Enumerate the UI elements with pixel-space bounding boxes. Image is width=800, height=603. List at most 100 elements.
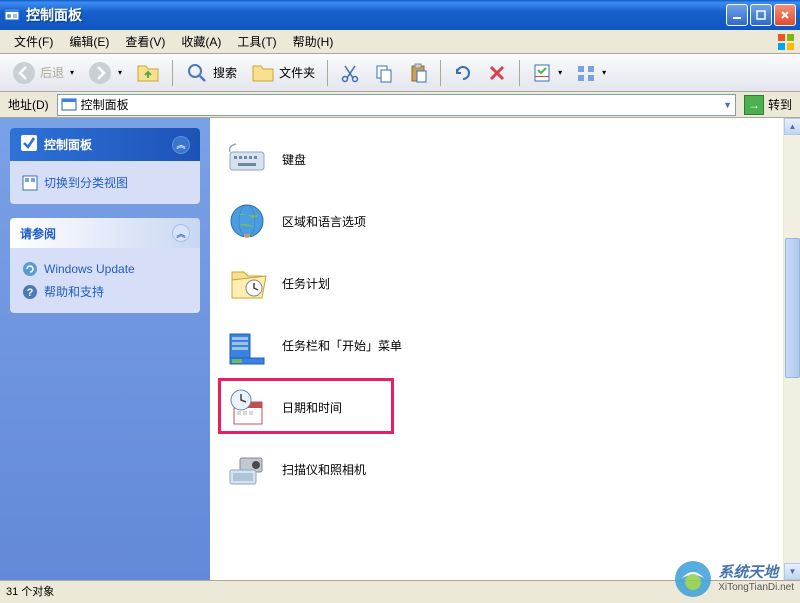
scroll-thumb[interactable] (785, 238, 800, 378)
delete-icon (487, 63, 507, 83)
collapse-icon[interactable]: ︽ (172, 224, 190, 242)
views-icon (576, 63, 596, 83)
menu-help[interactable]: 帮助(H) (285, 30, 342, 53)
main-area: 控制面板 ︽ 切换到分类视图 请参阅 ︽ Windows Update (0, 118, 800, 580)
windows-update-icon (22, 261, 38, 277)
windows-update-link[interactable]: Windows Update (22, 258, 188, 280)
cut-button[interactable] (334, 59, 366, 87)
content-area: 键盘 区域和语言选项 任务计划 任务栏和「开始」菜单 日期和时间 扫描仪和照相机… (210, 118, 800, 580)
category-view-icon (22, 175, 38, 191)
watermark: 系统天地 XiTongTianDi.net (672, 558, 794, 600)
item-label: 任务计划 (282, 275, 330, 292)
date-time-icon (226, 386, 268, 428)
taskbar-icon (226, 324, 268, 366)
window-title: 控制面板 (26, 5, 726, 25)
maximize-button[interactable] (750, 4, 772, 26)
search-label: 搜索 (213, 64, 237, 81)
back-label: 后退 (40, 64, 64, 81)
address-input[interactable] (81, 98, 723, 112)
folders-icon (251, 61, 275, 85)
menu-bar: 文件(F) 编辑(E) 查看(V) 收藏(A) 工具(T) 帮助(H) (0, 30, 800, 54)
search-icon (185, 61, 209, 85)
scroll-up-button[interactable]: ▲ (784, 118, 800, 135)
windows-logo-icon (776, 32, 796, 52)
cp-item-keyboard[interactable]: 键盘 (210, 128, 800, 190)
control-panel-small-icon (61, 97, 77, 113)
svg-text:?: ? (27, 287, 34, 299)
separator (327, 60, 328, 86)
watermark-icon (672, 558, 714, 600)
dropdown-icon: ▾ (558, 68, 562, 77)
help-support-link[interactable]: ? 帮助和支持 (22, 280, 188, 303)
cp-item-scheduled-tasks[interactable]: 任务计划 (210, 252, 800, 314)
dropdown-icon: ▾ (118, 68, 122, 77)
undo-icon (453, 63, 473, 83)
folders-button[interactable]: 文件夹 (245, 57, 321, 89)
close-button[interactable] (774, 4, 796, 26)
control-panel-icon (4, 7, 20, 23)
collapse-icon[interactable]: ︽ (172, 136, 190, 154)
cut-icon (340, 63, 360, 83)
paste-button[interactable] (402, 59, 434, 87)
menu-edit[interactable]: 编辑(E) (61, 30, 117, 53)
panel-control-panel: 控制面板 ︽ 切换到分类视图 (10, 128, 200, 204)
scheduled-tasks-icon (226, 262, 268, 304)
item-label: 键盘 (282, 151, 306, 168)
address-input-wrap[interactable]: ▼ (57, 94, 736, 116)
panel-body: 切换到分类视图 (10, 161, 200, 204)
watermark-title: 系统天地 (718, 565, 794, 582)
address-bar: 地址(D) ▼ → 转到 (0, 92, 800, 118)
search-button[interactable]: 搜索 (179, 57, 243, 89)
panel-header[interactable]: 控制面板 ︽ (10, 128, 200, 161)
link-label: 帮助和支持 (44, 283, 104, 300)
item-label: 日期和时间 (282, 399, 342, 416)
address-dropdown-icon[interactable]: ▼ (723, 100, 732, 110)
menu-tools[interactable]: 工具(T) (229, 30, 284, 53)
cp-item-regional[interactable]: 区域和语言选项 (210, 190, 800, 252)
folders-label: 文件夹 (279, 64, 315, 81)
status-text: 31 个对象 (6, 583, 54, 599)
cp-item-date-time[interactable]: 日期和时间 (210, 376, 800, 438)
views-button[interactable]: ▾ (570, 59, 612, 87)
vertical-scrollbar[interactable]: ▲ ▼ (783, 118, 800, 580)
panel-title: 控制面板 (44, 136, 92, 153)
window-controls (726, 4, 796, 26)
menu-favorites[interactable]: 收藏(A) (173, 30, 229, 53)
link-label: Windows Update (44, 262, 135, 276)
separator (172, 60, 173, 86)
item-label: 任务栏和「开始」菜单 (282, 337, 402, 354)
panel-body: Windows Update ? 帮助和支持 (10, 248, 200, 313)
switch-view-link[interactable]: 切换到分类视图 (22, 171, 188, 194)
cp-item-taskbar-start[interactable]: 任务栏和「开始」菜单 (210, 314, 800, 376)
go-icon: → (744, 95, 764, 115)
back-button[interactable]: 后退 ▾ (6, 57, 80, 89)
check-icon (20, 134, 38, 155)
scanner-camera-icon (226, 448, 268, 490)
link-label: 切换到分类视图 (44, 174, 128, 191)
cp-item-scanners-cameras[interactable]: 扫描仪和照相机 (210, 438, 800, 500)
properties-button[interactable]: ▾ (526, 59, 568, 87)
help-icon: ? (22, 284, 38, 300)
undo-button[interactable] (447, 59, 479, 87)
item-label: 扫描仪和照相机 (282, 461, 366, 478)
keyboard-icon (226, 138, 268, 180)
dropdown-icon: ▾ (602, 68, 606, 77)
go-button[interactable]: → 转到 (740, 95, 796, 115)
up-button[interactable] (130, 57, 166, 89)
back-icon (12, 61, 36, 85)
menu-file[interactable]: 文件(F) (6, 30, 61, 53)
globe-icon (226, 200, 268, 242)
copy-button[interactable] (368, 59, 400, 87)
menu-view[interactable]: 查看(V) (117, 30, 173, 53)
minimize-button[interactable] (726, 4, 748, 26)
panel-header[interactable]: 请参阅 ︽ (10, 218, 200, 248)
separator (519, 60, 520, 86)
delete-button[interactable] (481, 59, 513, 87)
properties-icon (532, 63, 552, 83)
item-label: 区域和语言选项 (282, 213, 366, 230)
forward-button[interactable]: ▾ (82, 57, 128, 89)
sidebar: 控制面板 ︽ 切换到分类视图 请参阅 ︽ Windows Update (0, 118, 210, 580)
forward-icon (88, 61, 112, 85)
toolbar: 后退 ▾ ▾ 搜索 文件夹 ▾ ▾ (0, 54, 800, 92)
panel-title: 请参阅 (20, 225, 56, 242)
